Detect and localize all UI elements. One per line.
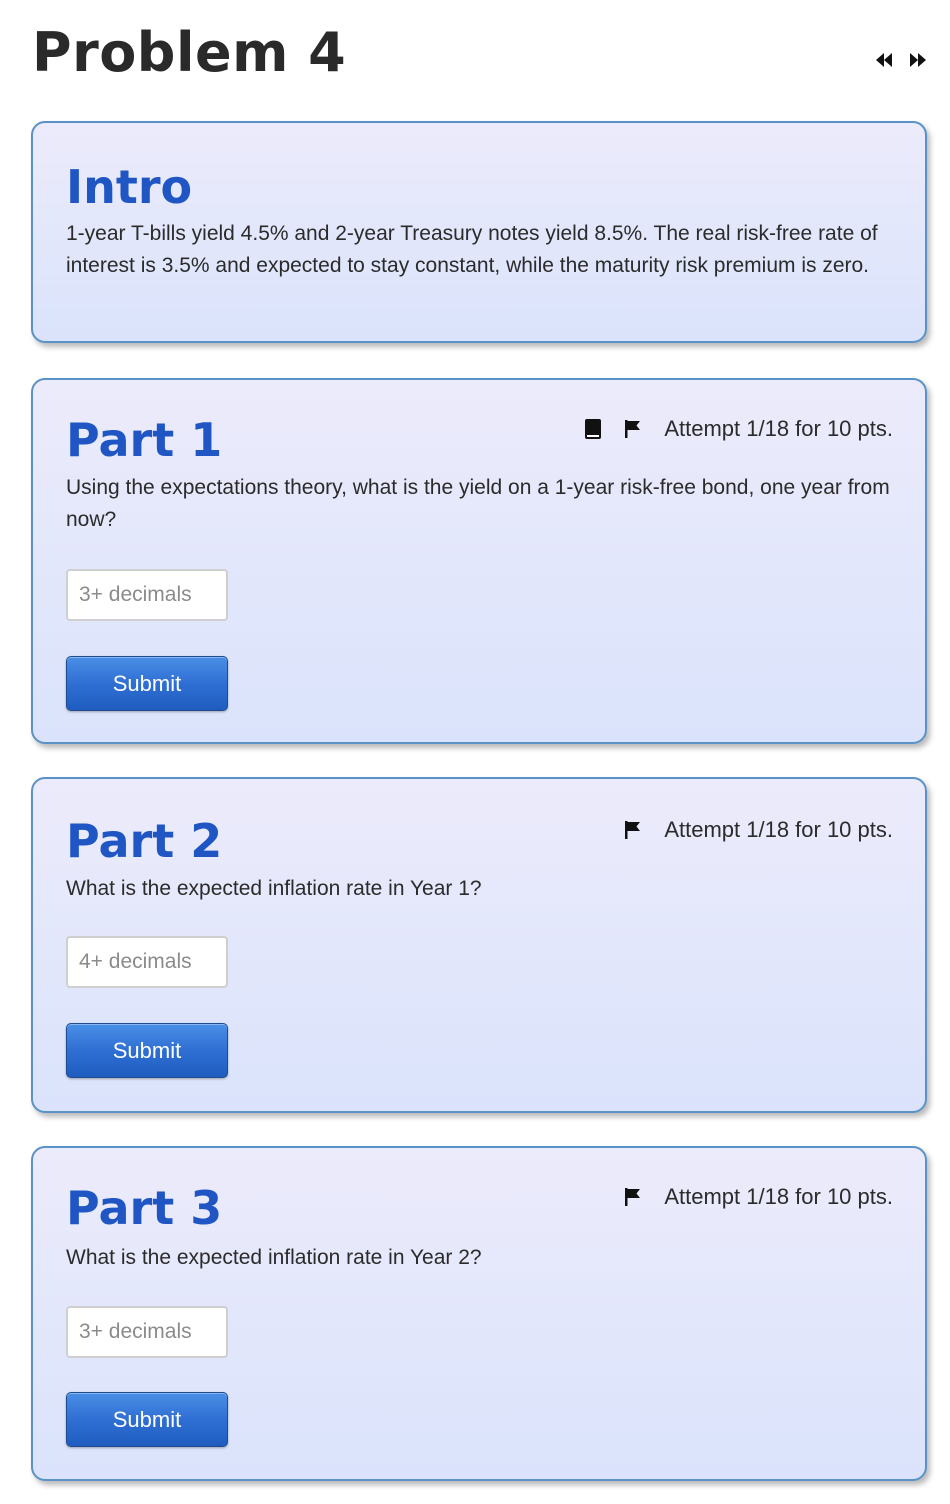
part-3-question: What is the expected inflation rate in Y…: [66, 1246, 482, 1269]
part-3-attempt-label: Attempt 1/18 for 10 pts.: [664, 1184, 893, 1209]
flag-icon[interactable]: [624, 820, 642, 840]
previous-problem-button[interactable]: [874, 52, 894, 68]
part-2-question: What is the expected inflation rate in Y…: [66, 877, 482, 900]
page-title: Problem 4: [32, 21, 347, 84]
part-1-heading: Part 1: [66, 413, 223, 467]
part-3-answer-input[interactable]: [66, 1306, 228, 1358]
part-1-question: Using the expectations theory, what is t…: [66, 476, 890, 531]
part-2-attempt-label: Attempt 1/18 for 10 pts.: [664, 817, 893, 842]
next-problem-button[interactable]: [908, 52, 928, 68]
part-3-flag-button[interactable]: [624, 1187, 642, 1207]
part-2-card: Part 2 Attempt 1/18 for 10 pts. What is …: [31, 777, 927, 1113]
book-icon[interactable]: [584, 418, 602, 440]
part-1-attempt-label: Attempt 1/18 for 10 pts.: [664, 416, 893, 441]
part-1-card: Part 1 Attempt 1/18 for 10 pts. Using th…: [31, 378, 927, 744]
part-2-tools: Attempt 1/18 for 10 pts.: [624, 817, 893, 843]
part-3-tools: Attempt 1/18 for 10 pts.: [624, 1184, 893, 1210]
part-3-card: Part 3 Attempt 1/18 for 10 pts. What is …: [31, 1146, 927, 1481]
part-1-answer-input[interactable]: [66, 569, 228, 621]
part-2-flag-button[interactable]: [624, 820, 642, 840]
double-chevron-left-icon[interactable]: [874, 52, 894, 68]
part-1-book-button[interactable]: [584, 418, 602, 440]
problem-navigation: [874, 52, 928, 68]
part-2-answer-input[interactable]: [66, 936, 228, 988]
part-3-heading: Part 3: [66, 1181, 223, 1235]
intro-card: Intro 1-year T-bills yield 4.5% and 2-ye…: [31, 121, 927, 343]
part-2-submit-button[interactable]: Submit: [66, 1023, 228, 1078]
flag-icon[interactable]: [624, 1187, 642, 1207]
part-1-submit-button[interactable]: Submit: [66, 656, 228, 711]
double-chevron-right-icon[interactable]: [908, 52, 928, 68]
part-1-flag-button[interactable]: [624, 419, 642, 439]
part-3-submit-button[interactable]: Submit: [66, 1392, 228, 1447]
part-1-tools: Attempt 1/18 for 10 pts.: [584, 416, 893, 442]
intro-text: 1-year T-bills yield 4.5% and 2-year Tre…: [66, 222, 878, 277]
intro-heading: Intro: [66, 160, 193, 214]
part-2-heading: Part 2: [66, 814, 223, 868]
flag-icon[interactable]: [624, 419, 642, 439]
